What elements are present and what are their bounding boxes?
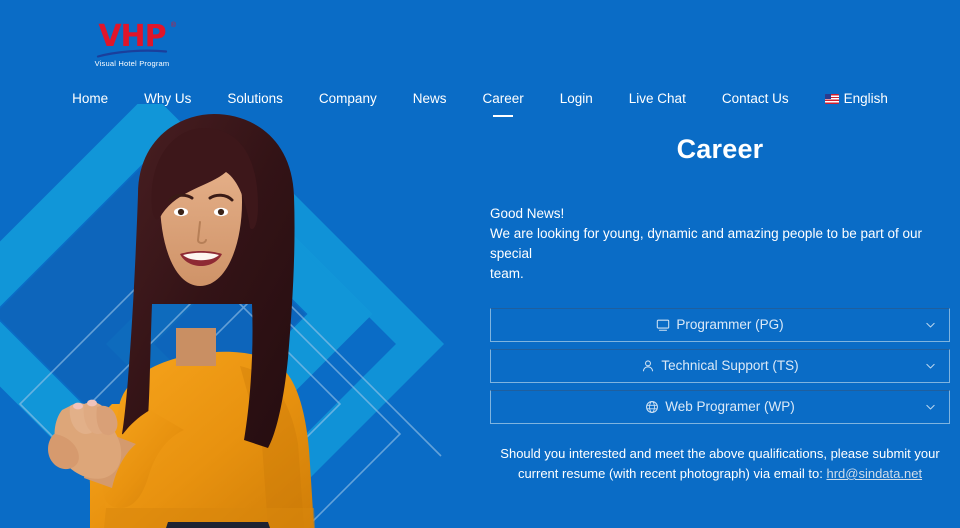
intro-line-2: We are looking for young, dynamic and am… (490, 226, 923, 261)
intro-text: Good News! We are looking for young, dyn… (480, 204, 960, 284)
site-header: VHP ® Visual Hotel Program Home Why Us S… (0, 0, 960, 124)
nav-item-home[interactable]: Home (54, 90, 126, 108)
accordion-label-wrap: Programmer (PG) (656, 316, 784, 334)
nav-item-company[interactable]: Company (301, 90, 395, 108)
us-flag-icon (824, 94, 839, 104)
nav-item-career[interactable]: Career (464, 90, 541, 108)
intro-line-3: team. (490, 266, 524, 281)
accordion-label-web-programer: Web Programer (WP) (665, 399, 795, 414)
page-title: Career (676, 134, 764, 164)
career-content: Career Good News! We are looking for you… (480, 124, 960, 528)
chevron-down-icon[interactable] (924, 401, 937, 414)
accordion-label-technical-support: Technical Support (TS) (661, 358, 799, 373)
accordion-item-technical-support[interactable]: Technical Support (TS) (490, 349, 950, 383)
accordion-label-wrap: Web Programer (WP) (645, 398, 795, 416)
submission-note: Should you interested and meet the above… (480, 444, 960, 484)
user-icon (641, 359, 655, 373)
accordion-item-programmer[interactable]: Programmer (PG) (490, 308, 950, 342)
chevron-down-icon[interactable] (924, 360, 937, 373)
chevron-down-icon[interactable] (924, 319, 937, 332)
globe-icon (645, 400, 659, 414)
logo-tagline: Visual Hotel Program (94, 59, 170, 68)
accordion-item-web-programer[interactable]: Web Programer (WP) (490, 390, 950, 424)
intro-line-1: Good News! (490, 206, 565, 221)
main-navigation: Home Why Us Solutions Company News Caree… (0, 90, 960, 108)
nav-item-live-chat[interactable]: Live Chat (611, 90, 704, 108)
logo-registered-mark: ® (170, 22, 176, 29)
hr-email-link[interactable]: hrd@sindata.net (826, 466, 922, 481)
hero-artwork (0, 104, 480, 528)
career-page: VHP ® Visual Hotel Program Home Why Us S… (0, 0, 960, 528)
accordion-label-programmer: Programmer (PG) (676, 317, 784, 332)
monitor-icon (656, 318, 670, 332)
accordion-label-wrap: Technical Support (TS) (641, 357, 799, 375)
nav-item-solutions[interactable]: Solutions (209, 90, 301, 108)
nav-item-contact-us[interactable]: Contact Us (704, 90, 807, 108)
language-selector[interactable]: English (807, 90, 906, 108)
positions-accordion: Programmer (PG) Technical Support (TS) W… (480, 308, 960, 424)
nav-item-why-us[interactable]: Why Us (126, 90, 209, 108)
site-logo[interactable]: VHP ® Visual Hotel Program (92, 19, 176, 69)
nav-item-login[interactable]: Login (542, 90, 611, 108)
nav-item-news[interactable]: News (395, 90, 465, 108)
language-label: English (843, 91, 888, 106)
logo-mark: VHP (98, 19, 166, 54)
